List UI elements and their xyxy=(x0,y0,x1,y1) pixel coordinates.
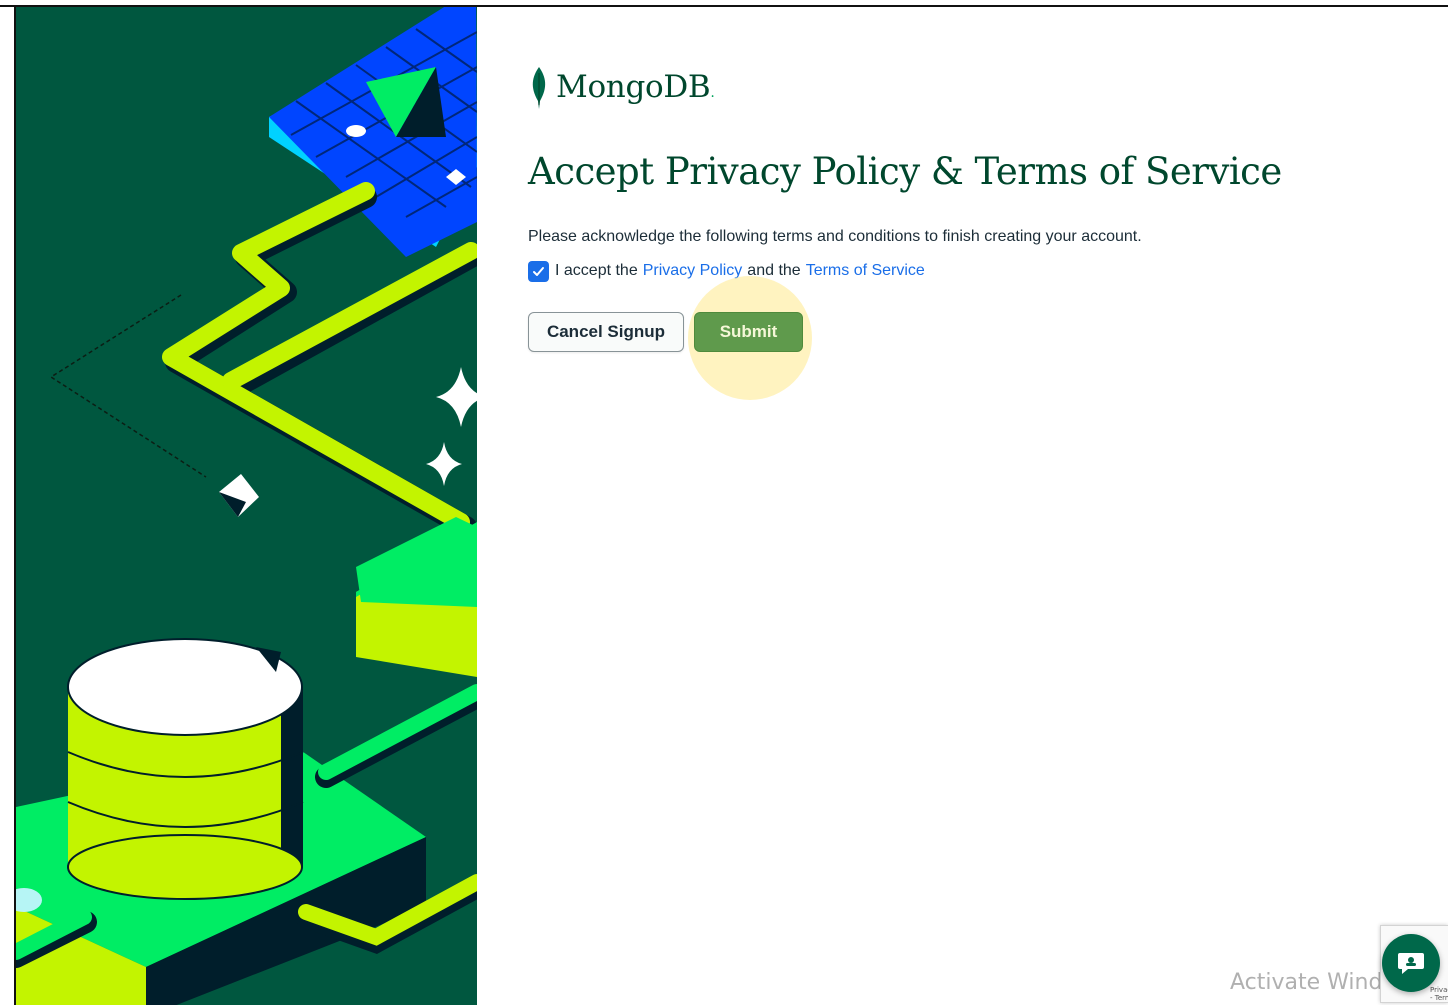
submit-button[interactable]: Submit xyxy=(694,312,803,352)
isometric-illustration xyxy=(16,7,477,1005)
consent-prefix: I accept the xyxy=(555,262,638,279)
checkmark-icon xyxy=(533,266,544,276)
recaptcha-label: Privacy - Terms xyxy=(1430,986,1448,1002)
page-title: Accept Privacy Policy & Terms of Service xyxy=(528,150,1282,193)
consent-form: MongoDB. Accept Privacy Policy & Terms o… xyxy=(528,0,1428,1005)
cancel-signup-button[interactable]: Cancel Signup xyxy=(528,312,684,352)
consent-checkbox[interactable] xyxy=(528,260,549,282)
page-description: Please acknowledge the following terms a… xyxy=(528,228,1142,245)
chat-button[interactable] xyxy=(1382,934,1440,992)
hero-illustration xyxy=(16,7,477,1005)
mongodb-logo[interactable]: MongoDB. xyxy=(528,62,715,112)
logo-wordmark: MongoDB. xyxy=(556,69,715,105)
leaf-icon xyxy=(532,67,546,109)
terms-of-service-link[interactable]: Terms of Service xyxy=(806,262,925,280)
chat-icon xyxy=(1398,953,1424,974)
signup-page: MongoDB. Accept Privacy Policy & Terms o… xyxy=(0,0,1448,1005)
privacy-policy-link[interactable]: Privacy Policy xyxy=(643,262,743,280)
